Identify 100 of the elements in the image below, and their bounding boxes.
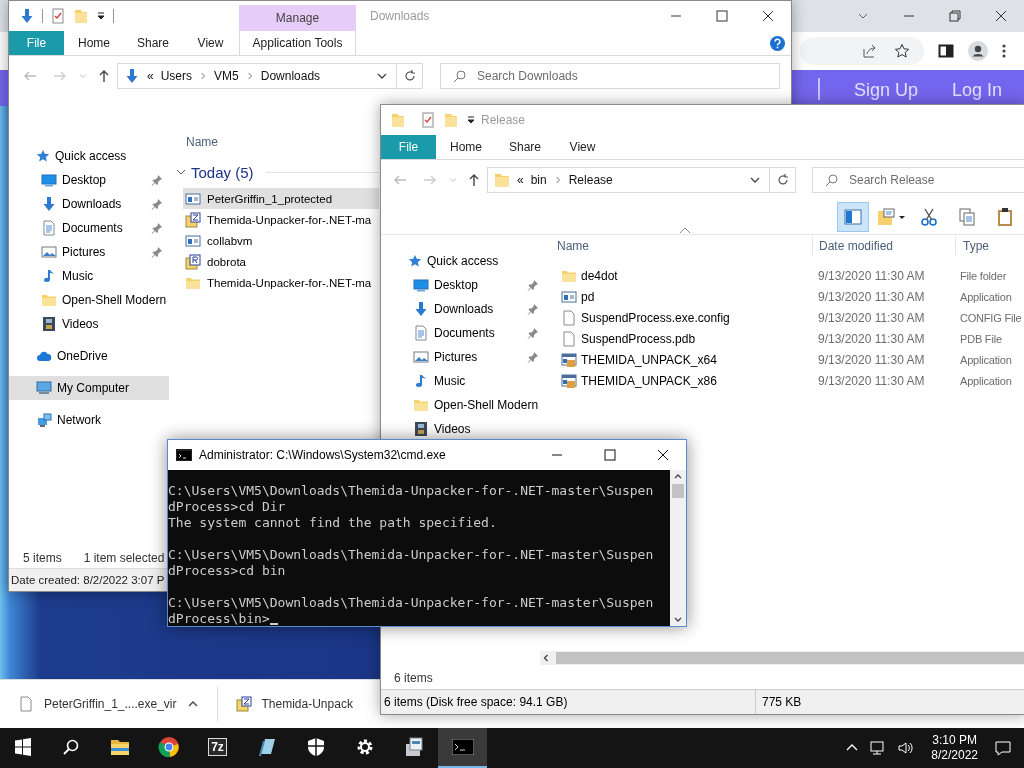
type-cell-text: PDB File bbox=[959, 332, 1003, 345]
scrollbar[interactable] bbox=[540, 651, 1024, 665]
file-item[interactable]: PeterGriffin_1_protected bbox=[183, 188, 379, 209]
nav-item[interactable]: Music bbox=[381, 369, 545, 393]
nav-item[interactable]: Desktop bbox=[9, 168, 169, 192]
file-item[interactable]: SuspendProcess.exe.config bbox=[545, 309, 812, 326]
date-cell-text: 9/13/2020 11:30 AM bbox=[817, 289, 926, 304]
column-header[interactable]: Name bbox=[545, 237, 812, 255]
restore-icon[interactable] bbox=[949, 10, 961, 22]
nav-item[interactable]: Desktop bbox=[381, 273, 545, 297]
ribbon-tab[interactable]: Share bbox=[124, 31, 182, 55]
breadcrumb[interactable]: Downloads bbox=[260, 69, 321, 83]
star-icon[interactable] bbox=[894, 43, 910, 59]
maximize-icon[interactable] bbox=[604, 449, 616, 461]
file-item[interactable]: de4dot bbox=[545, 267, 812, 284]
nav-item[interactable]: Open-Shell Modern bbox=[381, 393, 545, 417]
chevron-right-icon bbox=[553, 176, 562, 184]
search-field[interactable]: Search Downloads bbox=[440, 63, 780, 89]
search-field[interactable]: Search Release bbox=[812, 167, 1024, 193]
address-field[interactable] bbox=[800, 37, 924, 65]
notification-icon[interactable] bbox=[994, 739, 1012, 757]
maximize-icon[interactable] bbox=[716, 10, 728, 22]
file-item[interactable]: THEMIDA_UNPACK_x64 bbox=[545, 351, 812, 368]
taskbar-button[interactable]: 7z bbox=[193, 728, 242, 768]
file-item[interactable]: THEMIDA_UNPACK_x86 bbox=[545, 372, 812, 389]
nav-item[interactable]: Documents bbox=[9, 216, 169, 240]
nav-item[interactable]: My Computer bbox=[9, 376, 169, 400]
file-item[interactable]: SuspendProcess.pdb bbox=[545, 330, 812, 347]
console-line: The system cannot find the path specified. bbox=[168, 515, 497, 531]
nav-item[interactable]: Music bbox=[9, 264, 169, 288]
item-count: 6 items bbox=[393, 670, 434, 687]
clipboard-icon bbox=[995, 207, 1015, 227]
nav-item[interactable]: Network bbox=[9, 408, 169, 432]
scrollbar-thumb[interactable] bbox=[556, 652, 1024, 664]
ribbon-tab[interactable]: View bbox=[182, 31, 239, 55]
share-icon[interactable] bbox=[862, 43, 878, 59]
ribbon-tab[interactable]: Application Tools bbox=[239, 31, 356, 55]
down-arrow-icon bbox=[124, 68, 140, 84]
nav-item[interactable]: Documents bbox=[381, 321, 545, 345]
breadcrumb-overflow[interactable]: « bbox=[147, 69, 154, 83]
file-item[interactable]: Themida-Unpacker-for-.NET-ma bbox=[183, 209, 379, 230]
download-item[interactable]: PeterGriffin_1_....exe_vir bbox=[18, 696, 211, 712]
avatar-icon[interactable] bbox=[968, 41, 988, 61]
window-title: Release bbox=[481, 113, 527, 127]
group-header[interactable]: Today (5) bbox=[175, 162, 379, 182]
monitor-icon bbox=[413, 277, 429, 293]
nav-item[interactable]: Videos bbox=[9, 312, 169, 336]
breadcrumb-overflow[interactable]: « bbox=[517, 173, 524, 187]
nav-item[interactable]: Open-Shell Modern bbox=[9, 288, 169, 312]
scroll-left-icon[interactable] bbox=[542, 654, 550, 662]
music-note-icon bbox=[413, 373, 429, 389]
side-panel-icon[interactable] bbox=[938, 43, 954, 59]
file-item[interactable]: collabvm bbox=[183, 230, 379, 251]
taskbar-button[interactable] bbox=[438, 728, 487, 768]
checklist-icon[interactable] bbox=[50, 8, 66, 24]
scrollbar[interactable] bbox=[670, 470, 686, 626]
nav-item[interactable]: Videos bbox=[381, 417, 545, 441]
download-item[interactable]: Themida-Unpack bbox=[235, 696, 365, 712]
menu-icon[interactable] bbox=[1002, 43, 1006, 59]
file-item[interactable]: dobrota bbox=[183, 251, 379, 272]
nav-item[interactable]: Pictures bbox=[9, 240, 169, 264]
column-header[interactable]: Name bbox=[186, 132, 218, 152]
file-item[interactable]: pd bbox=[545, 288, 812, 305]
down-arrow-icon[interactable] bbox=[19, 8, 35, 24]
address-bar[interactable]: « Users VM5 Downloads bbox=[117, 63, 397, 89]
speaker-icon[interactable] bbox=[897, 739, 916, 757]
nav-item[interactable]: OneDrive bbox=[9, 344, 169, 368]
preview-pane-icon bbox=[843, 207, 863, 227]
refresh-button[interactable] bbox=[770, 167, 796, 193]
nav-item[interactable]: Quick access bbox=[381, 249, 545, 273]
nav-item[interactable]: Downloads bbox=[381, 297, 545, 321]
column-header[interactable]: Type bbox=[955, 237, 1024, 255]
folder-icon bbox=[413, 397, 429, 413]
console-line: C:\Users\VM5\Downloads\Themida-Unpacker-for-.NET-master\Suspen bbox=[168, 547, 654, 563]
breadcrumb[interactable]: VM5 bbox=[214, 69, 239, 83]
help-icon[interactable] bbox=[769, 35, 785, 51]
nav-item[interactable]: Downloads bbox=[9, 192, 169, 216]
file-item[interactable]: Themida-Unpacker-for-.NET-ma bbox=[183, 272, 379, 293]
close-icon[interactable] bbox=[762, 10, 774, 22]
checklist-icon[interactable] bbox=[420, 112, 436, 128]
address-bar[interactable]: « bin Release bbox=[487, 167, 770, 193]
close-icon[interactable] bbox=[657, 449, 669, 461]
ribbon-tab[interactable]: Home bbox=[64, 31, 124, 55]
ribbon-tab[interactable]: View bbox=[554, 135, 611, 159]
breadcrumb[interactable]: Users bbox=[160, 69, 193, 83]
refresh-button[interactable] bbox=[397, 63, 423, 89]
clock[interactable]: 3:10 PM 8/2/2022 bbox=[925, 733, 984, 763]
nav-item[interactable]: Pictures bbox=[381, 345, 545, 369]
customize-caret-icon[interactable] bbox=[466, 115, 476, 125]
customize-caret-icon[interactable] bbox=[96, 11, 106, 21]
breadcrumb[interactable]: bin bbox=[530, 173, 547, 187]
ribbon-tab[interactable]: Home bbox=[436, 135, 496, 159]
scrollbar-thumb[interactable] bbox=[672, 484, 684, 498]
breadcrumb[interactable]: Release bbox=[568, 173, 613, 187]
console-line: dProcess>cd Dir bbox=[168, 499, 286, 515]
window-icon bbox=[185, 232, 201, 249]
ribbon-tab[interactable]: Share bbox=[496, 135, 554, 159]
column-header[interactable]: Date modified bbox=[812, 237, 955, 255]
close-icon[interactable] bbox=[995, 10, 1007, 22]
nav-item[interactable]: Quick access bbox=[9, 144, 169, 168]
